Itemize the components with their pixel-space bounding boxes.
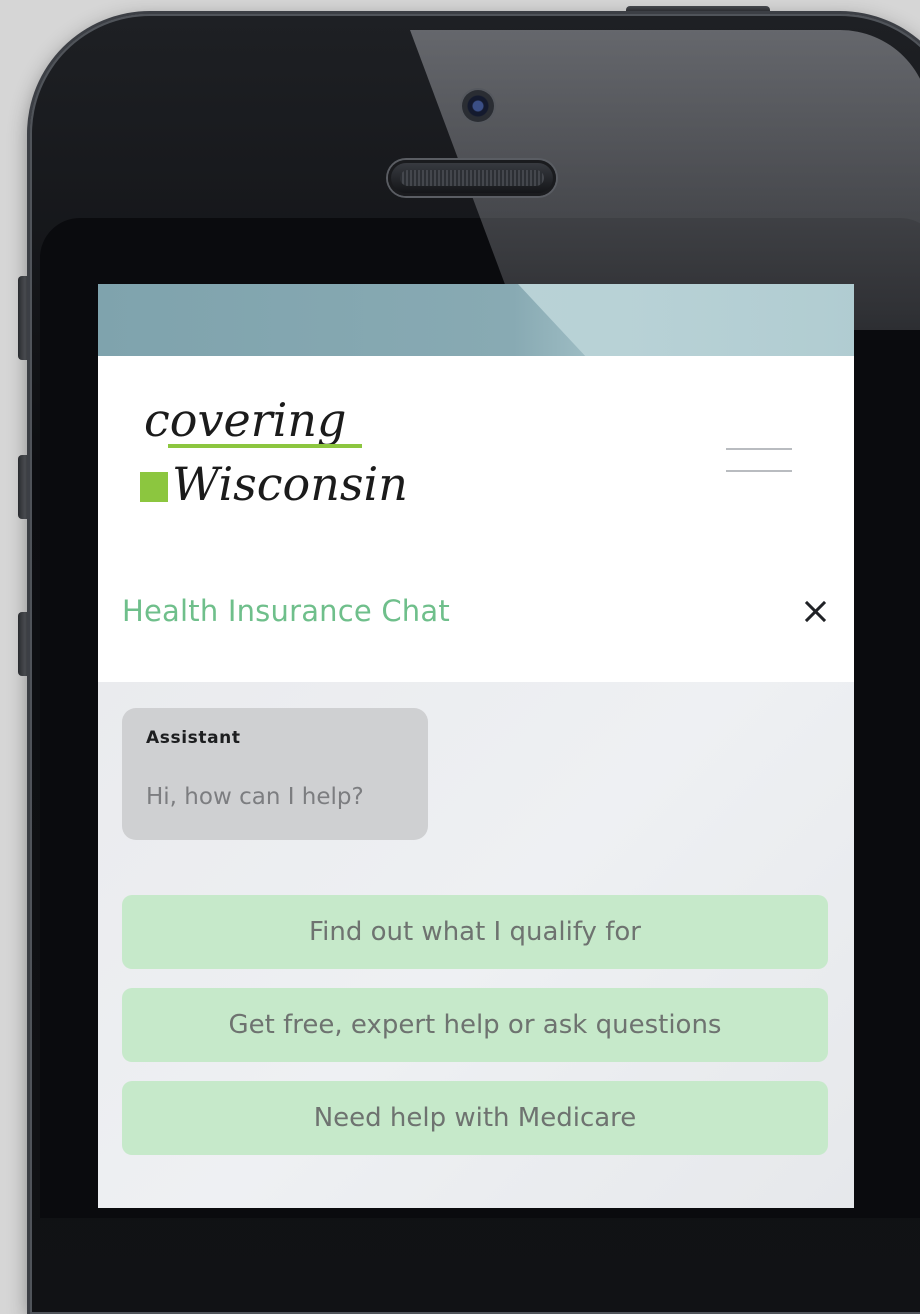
speaker-grille-icon xyxy=(388,160,556,196)
option-button-expert-help[interactable]: Get free, expert help or ask questions xyxy=(122,988,828,1062)
hero-image-strip xyxy=(98,284,854,356)
phone-screen: covering Wisconsin Health Insurance Chat… xyxy=(98,284,854,1208)
message-sender: Assistant xyxy=(146,728,241,748)
chat-title: Health Insurance Chat xyxy=(122,594,450,628)
chat-header: Health Insurance Chat xyxy=(98,538,854,682)
message-text: Hi, how can I help? xyxy=(146,784,364,810)
hamburger-bar-top xyxy=(726,448,792,450)
hamburger-bar-bottom xyxy=(726,470,792,472)
option-button-qualify[interactable]: Find out what I qualify for xyxy=(122,895,828,969)
site-header: covering Wisconsin xyxy=(98,356,854,538)
logo-text-wisconsin: Wisconsin xyxy=(172,457,408,506)
covering-wisconsin-logo[interactable]: covering Wisconsin xyxy=(136,386,456,506)
chat-body: Assistant Hi, how can I help? Find out w… xyxy=(98,682,854,1208)
assistant-message-bubble: Assistant Hi, how can I help? xyxy=(122,708,428,840)
close-icon[interactable] xyxy=(798,594,832,628)
logo-square xyxy=(140,472,168,502)
hamburger-menu-icon[interactable] xyxy=(720,440,798,476)
logo-graphic: covering Wisconsin xyxy=(140,393,408,506)
logo-text-covering: covering xyxy=(144,393,346,447)
option-button-medicare[interactable]: Need help with Medicare xyxy=(122,1081,828,1155)
camera-icon xyxy=(462,90,494,122)
